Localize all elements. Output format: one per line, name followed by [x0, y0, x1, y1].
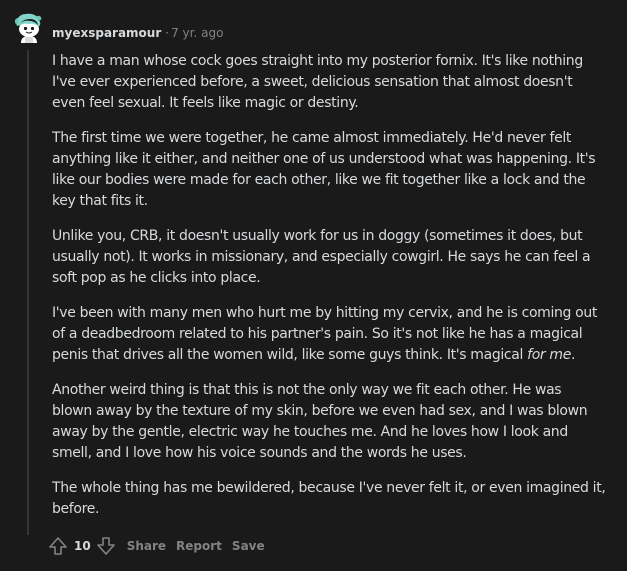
- text-line: before.: [52, 501, 100, 517]
- text-line: I have a man whose cock goes straight in…: [52, 53, 583, 69]
- paragraph-5: Another weird thing is that this is not …: [52, 380, 600, 464]
- vote-score: 10: [74, 539, 91, 553]
- text-line: key that fits it.: [52, 193, 148, 209]
- downvote-arrow-icon[interactable]: [96, 536, 116, 556]
- paragraph-6: The whole thing has me bewildered, becau…: [52, 478, 606, 520]
- text-segment: .: [570, 347, 576, 363]
- emphasis-text: for me: [527, 347, 571, 363]
- avatar[interactable]: [13, 12, 43, 44]
- text-line: Unlike you, CRB, it doesn't usually work…: [52, 228, 583, 244]
- text-line: I've ever experienced before, a sweet, d…: [52, 74, 573, 90]
- comment-timestamp[interactable]: 7 yr. ago: [171, 26, 223, 40]
- text-segment: penis that drives all the women wild, li…: [52, 347, 528, 363]
- text-line: even feel sexual. It feels like magic or…: [52, 95, 359, 111]
- paragraph-1: I have a man whose cock goes straight in…: [52, 51, 600, 114]
- snoo-avatar-icon: [14, 13, 42, 43]
- paragraph-4: I've been with many men who hurt me by h…: [52, 303, 600, 366]
- text-line: usually not). It works in missionary, an…: [52, 249, 591, 265]
- text-line: away by the gentle, electric way he touc…: [52, 424, 568, 440]
- paragraph-2: The first time we were together, he came…: [52, 128, 600, 212]
- meta-separator: ·: [165, 26, 170, 40]
- text-line: penis that drives all the women wild, li…: [52, 345, 600, 366]
- text-line: of a deadbedroom related to his partner'…: [52, 326, 583, 342]
- save-button[interactable]: Save: [232, 537, 265, 555]
- text-line: The first time we were together, he came…: [52, 130, 572, 146]
- text-line: I've been with many men who hurt me by h…: [52, 305, 598, 321]
- author-username[interactable]: myexsparamour: [52, 26, 161, 40]
- text-line: soft pop as he clicks into place.: [52, 270, 261, 286]
- text-line: Another weird thing is that this is not …: [52, 382, 562, 398]
- text-line: smell, and I love how his voice sounds a…: [52, 445, 467, 461]
- thread-line[interactable]: [27, 50, 29, 535]
- upvote-arrow-icon[interactable]: [48, 536, 68, 556]
- text-line: like our bodies were made for each other…: [52, 172, 586, 188]
- comment-body: I have a man whose cock goes straight in…: [52, 51, 606, 534]
- comment-actions: 10 Share Report Save: [48, 533, 265, 559]
- report-button[interactable]: Report: [176, 537, 222, 555]
- paragraph-3: Unlike you, CRB, it doesn't usually work…: [52, 226, 600, 289]
- comment: myexsparamour · 7 yr. ago I have a man who…: [0, 0, 627, 571]
- text-line: The whole thing has me bewildered, becau…: [52, 480, 606, 496]
- comment-meta: myexsparamour · 7 yr. ago: [52, 24, 223, 42]
- share-button[interactable]: Share: [127, 537, 166, 555]
- text-line: anything like it either, and neither one…: [52, 151, 596, 167]
- text-line: blown away by the texture of my skin, be…: [52, 403, 588, 419]
